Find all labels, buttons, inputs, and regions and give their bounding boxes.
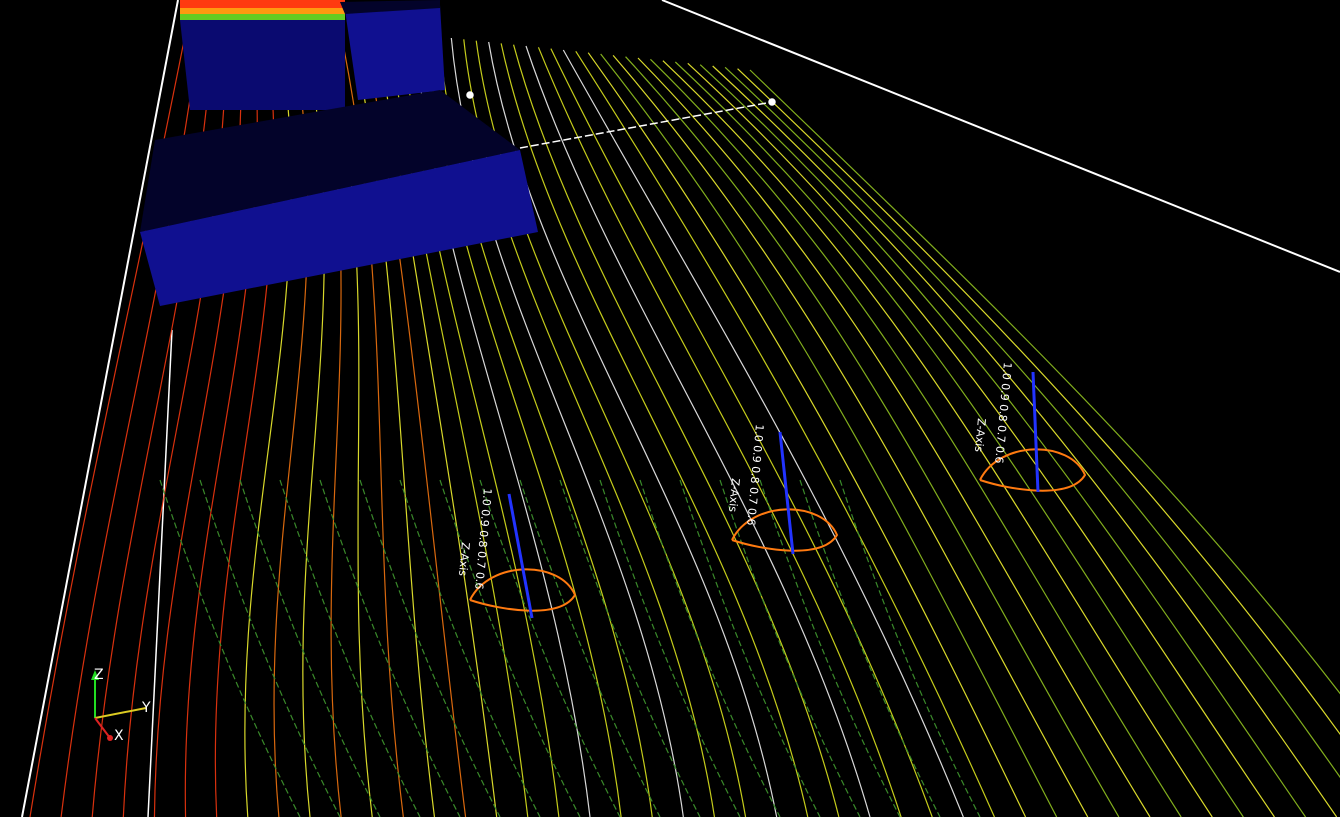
3d-viewport[interactable]: 1.0 0.9 0.8 0.7 0.6 Z-Axis 1.0 0.9 0.8 0… [0,0,1340,817]
y-axis-label: Y [141,700,151,716]
x-axis-label: X [114,728,124,744]
z-axis-label: Z [94,667,104,683]
contour-band [180,0,345,110]
